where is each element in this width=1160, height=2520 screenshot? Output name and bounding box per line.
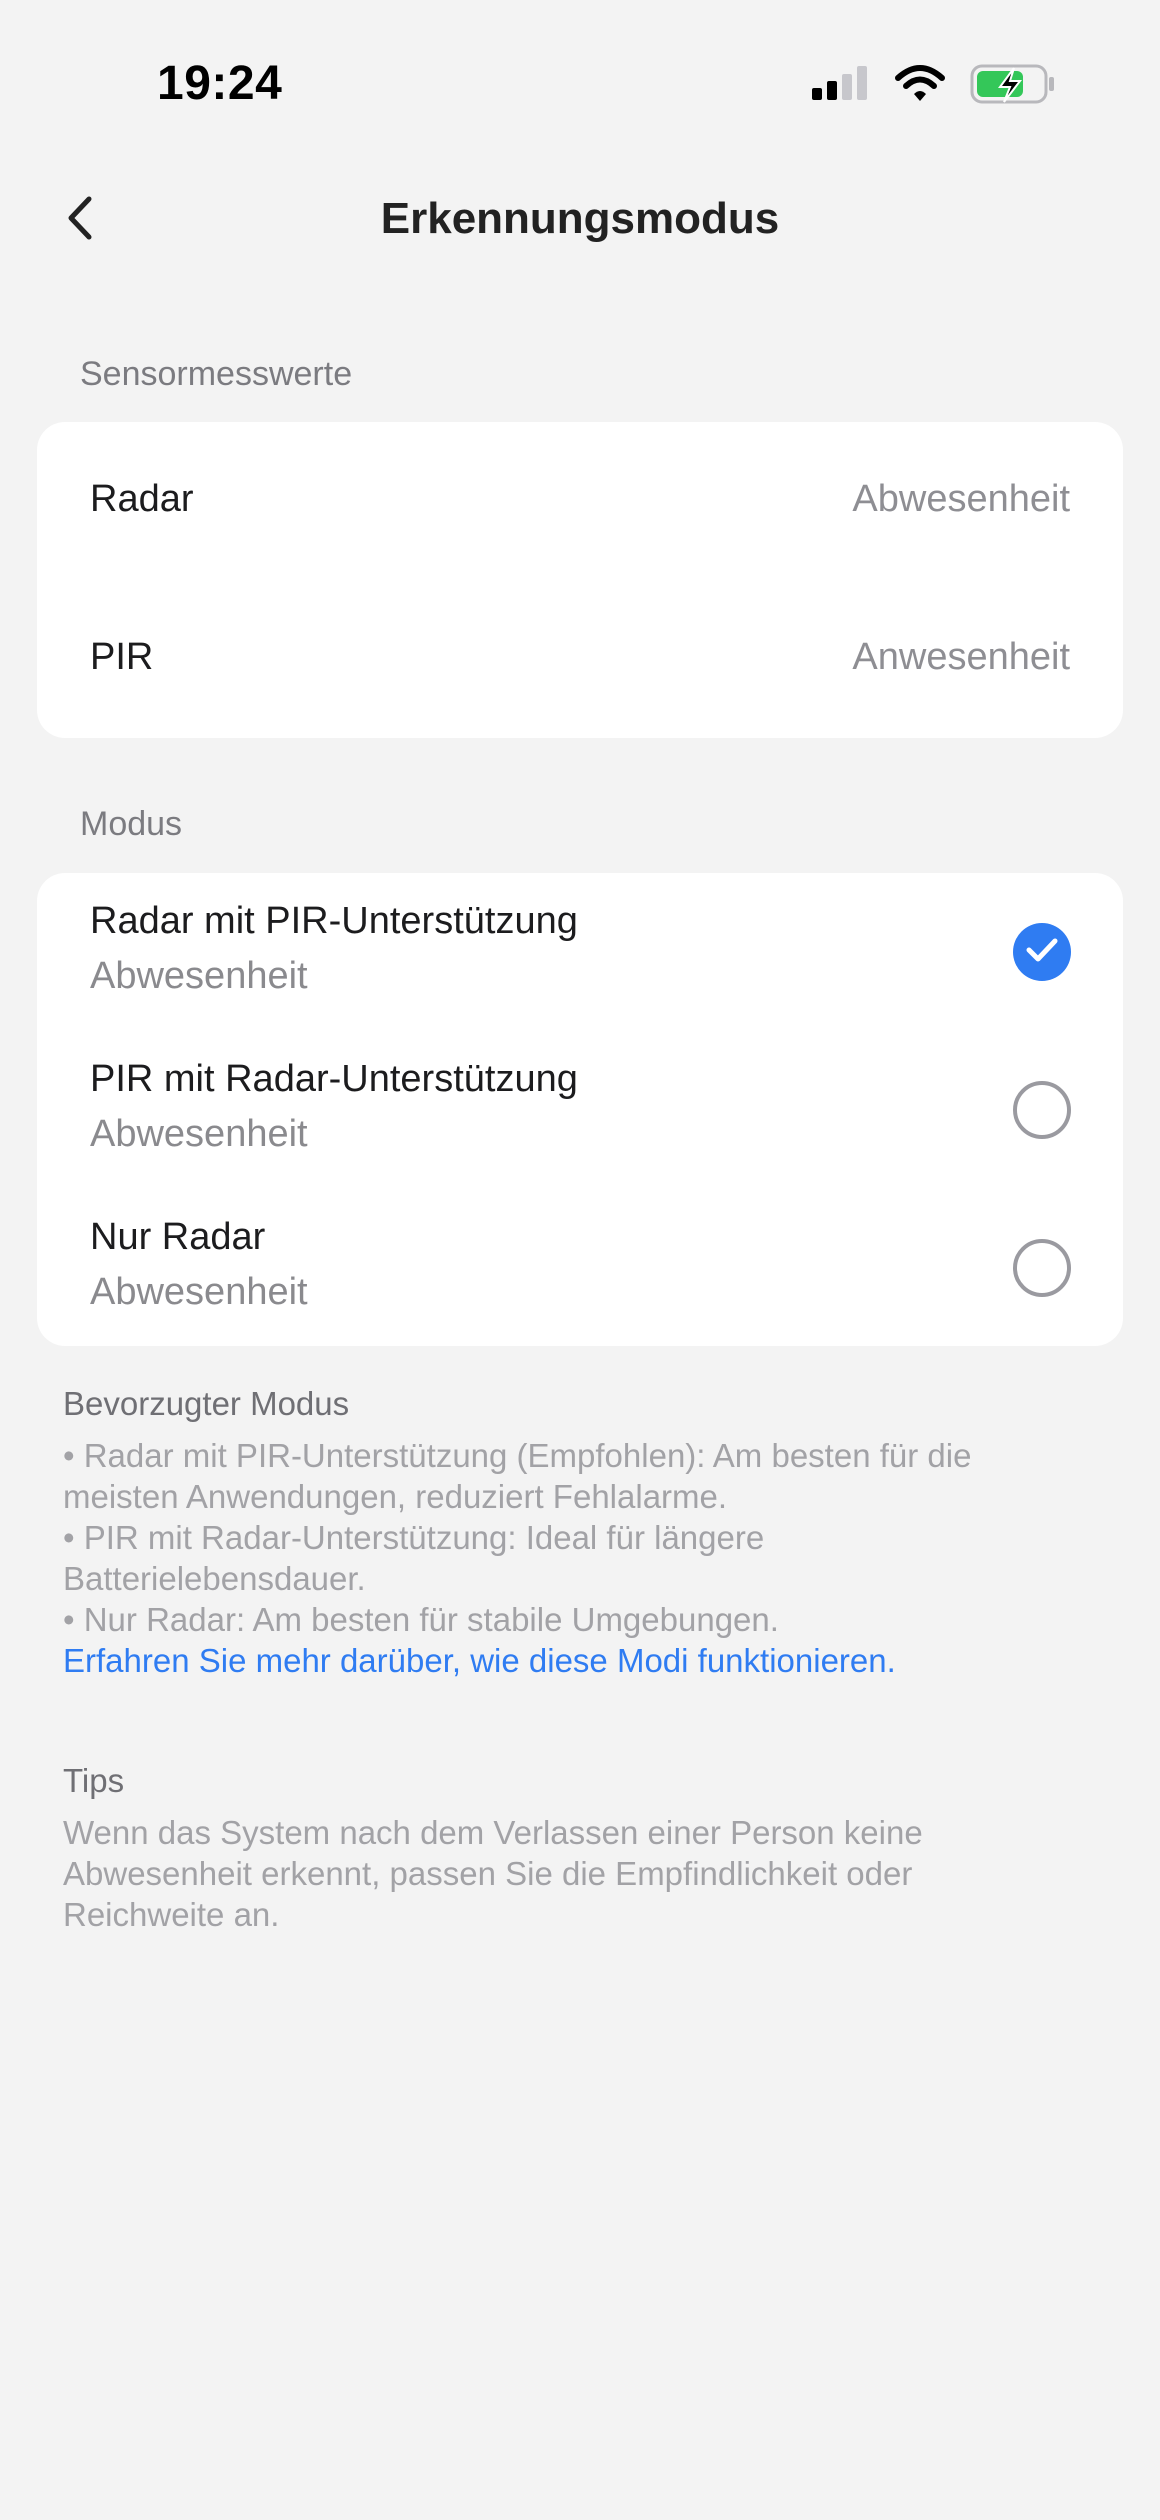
radio-unselected[interactable]: [1013, 1081, 1071, 1139]
learn-more-link[interactable]: Erfahren Sie mehr darüber, wie diese Mod…: [63, 1640, 1103, 1681]
tips-line: Wenn das System nach dem Verlassen einer…: [63, 1814, 923, 1851]
status-icons: [810, 64, 1056, 108]
sensor-row-value: Abwesenheit: [852, 478, 1070, 520]
sensor-row-label: Radar: [90, 478, 194, 520]
wifi-icon: [894, 64, 946, 109]
mode-option-radar-only[interactable]: Nur Radar Abwesenheit: [37, 1189, 1123, 1347]
section-label-mode: Modus: [80, 805, 183, 843]
sensor-row-radar: Radar Abwesenheit: [37, 422, 1123, 580]
cellular-signal-icon: [810, 64, 870, 109]
sensor-row-pir: PIR Anwesenheit: [37, 580, 1123, 738]
screen: 19:24 Erkennungsmodus Sensormesswerte Ra…: [0, 0, 1160, 2520]
sensor-row-value: Anwesenheit: [852, 636, 1070, 678]
preferred-mode-line: • Nur Radar: Am besten für stabile Umgeb…: [63, 1601, 779, 1638]
preferred-mode-line: • PIR mit Radar-Unterstützung: Ideal für…: [63, 1519, 765, 1556]
preferred-mode-line: meisten Anwendungen, reduziert Fehlalarm…: [63, 1478, 728, 1515]
status-bar: 19:24: [0, 0, 1160, 150]
radio-unselected[interactable]: [1013, 1239, 1071, 1297]
sensor-row-label: PIR: [90, 636, 154, 678]
sensor-card: Radar Abwesenheit PIR Anwesenheit: [37, 422, 1123, 738]
status-time: 19:24: [157, 57, 283, 110]
mode-option-subtitle: Abwesenheit: [90, 1113, 308, 1155]
mode-option-title: Nur Radar: [90, 1216, 266, 1258]
preferred-mode-line: Batterielebensdauer.: [63, 1560, 366, 1597]
tips-heading: Tips: [63, 1762, 125, 1799]
checkmark-icon: [1025, 936, 1059, 969]
mode-card: Radar mit PIR-Unterstützung Abwesenheit …: [37, 873, 1123, 1346]
battery-charging-icon: [970, 62, 1056, 111]
preferred-mode-heading: Bevorzugter Modus: [63, 1385, 350, 1422]
mode-option-title: Radar mit PIR-Unterstützung: [90, 900, 578, 942]
radio-selected[interactable]: [1013, 923, 1071, 981]
tips-line: Reichweite an.: [63, 1896, 280, 1933]
preferred-mode-info: Bevorzugter Modus • Radar mit PIR-Unters…: [63, 1385, 1103, 1681]
mode-option-radar-pir[interactable]: Radar mit PIR-Unterstützung Abwesenheit: [37, 873, 1123, 1031]
nav-bar: Erkennungsmodus: [0, 170, 1160, 270]
preferred-mode-line: • Radar mit PIR-Unterstützung (Empfohlen…: [63, 1437, 972, 1474]
page-title: Erkennungsmodus: [380, 194, 780, 243]
mode-option-subtitle: Abwesenheit: [90, 1271, 308, 1313]
mode-option-pir-radar[interactable]: PIR mit Radar-Unterstützung Abwesenheit: [37, 1031, 1123, 1189]
tips-line: Abwesenheit erkennt, passen Sie die Empf…: [63, 1855, 913, 1892]
section-label-sensor: Sensormesswerte: [80, 355, 353, 393]
tips-info: Tips Wenn das System nach dem Verlassen …: [63, 1762, 1103, 1935]
mode-option-title: PIR mit Radar-Unterstützung: [90, 1058, 578, 1100]
mode-option-subtitle: Abwesenheit: [90, 955, 308, 997]
